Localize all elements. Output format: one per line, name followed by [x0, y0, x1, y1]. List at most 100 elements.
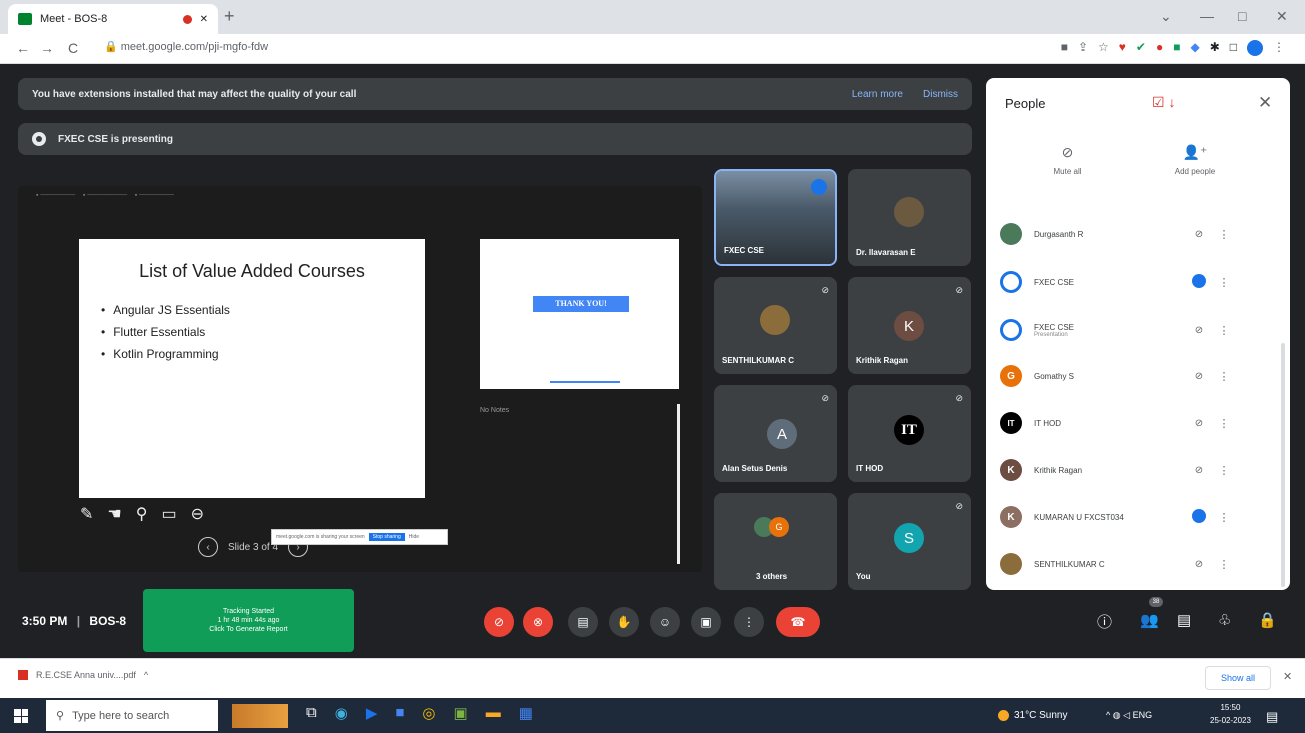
mic-off-icon[interactable]: ⊘	[1184, 559, 1214, 570]
participant-row[interactable]: G Gomathy S ⊘ ⋮	[1000, 356, 1260, 396]
participant-tile-others[interactable]: G 3 others	[714, 493, 837, 590]
participant-row[interactable]: Durgasanth R ⊘ ⋮	[1000, 214, 1260, 254]
zoom-icon[interactable]: ⚲	[136, 504, 148, 524]
pointer-icon[interactable]: ☚	[107, 504, 121, 524]
notifications-icon[interactable]: ▤	[1266, 709, 1278, 725]
reactions-button[interactable]: ☺	[650, 607, 680, 637]
more-options-icon[interactable]: ⋮	[1214, 417, 1234, 430]
browser-tab[interactable]: Meet - BOS-8 ✕	[8, 4, 218, 34]
participant-row[interactable]: FXEC CSE ⋮	[1000, 262, 1260, 302]
leave-call-button[interactable]: ☎	[776, 607, 820, 637]
app-yellow-icon[interactable]: ▬	[486, 704, 501, 728]
add-people-button[interactable]: 👤⁺ Add people	[1160, 144, 1230, 176]
extension-green-icon[interactable]: ■	[1173, 40, 1180, 56]
participant-tile-fxec-cse[interactable]: FXEC CSE	[714, 169, 837, 266]
news-widget-icon[interactable]	[232, 704, 288, 728]
stop-sharing-button[interactable]: Stop sharing	[368, 533, 405, 541]
download-item[interactable]: R.E.CSE Anna univ....pdf ^	[18, 670, 148, 680]
more-options-icon[interactable]: ⋮	[1214, 324, 1234, 337]
mic-off-icon[interactable]: ⊘	[1184, 229, 1214, 240]
system-tray[interactable]: ^ ◍ ◁ ENG	[1106, 710, 1152, 721]
task-view-icon[interactable]: ⧉	[306, 704, 317, 728]
tray-arrow-icon[interactable]: ^	[1106, 710, 1110, 720]
participant-row[interactable]: FXEC CSE Presentation ⊘ ⋮	[1000, 310, 1260, 350]
mic-off-icon[interactable]: ⊘	[1184, 325, 1214, 336]
captions-button[interactable]: ▤	[568, 607, 598, 637]
mic-off-icon[interactable]: ⊘	[1184, 371, 1214, 382]
tab-close-icon[interactable]: ✕	[200, 14, 208, 25]
profile-avatar[interactable]	[1247, 40, 1263, 56]
activities-icon[interactable]: ♧	[1218, 611, 1231, 629]
camera-icon[interactable]: ■	[1061, 40, 1068, 56]
window-close-button[interactable]: ✕	[1276, 8, 1288, 25]
star-icon[interactable]: ☆	[1098, 40, 1109, 56]
participant-tile-ilavarasan[interactable]: Dr. Ilavarasan E	[848, 169, 971, 266]
participant-tile-senthilkumar[interactable]: ⊘ SENTHILKUMAR C	[714, 277, 837, 374]
network-icon[interactable]: ◍	[1113, 710, 1121, 720]
tracking-extension-button[interactable]: Tracking Started 1 hr 48 min 44s ago Cli…	[143, 589, 354, 652]
mic-off-icon[interactable]: ⊘	[1184, 465, 1214, 476]
host-controls-icon[interactable]: 🔒	[1258, 611, 1277, 629]
windows-start-icon[interactable]	[14, 709, 28, 723]
edge-icon[interactable]: ◉	[335, 704, 348, 728]
maximize-button[interactable]: □	[1238, 8, 1246, 24]
share-icon[interactable]: ⇪	[1078, 40, 1088, 56]
people-scrollbar[interactable]	[1281, 343, 1285, 587]
sidebar-icon[interactable]: □	[1230, 40, 1237, 56]
speaking-indicator-icon[interactable]	[1184, 273, 1214, 291]
media-player-icon[interactable]: ▶	[366, 704, 378, 728]
extension-shield-icon[interactable]: ●	[1156, 40, 1163, 56]
more-options-icon[interactable]: ⋮	[1214, 464, 1234, 477]
hide-share-bar-button[interactable]: Hide	[409, 534, 419, 540]
more-options-icon[interactable]: ⋮	[1214, 558, 1234, 571]
more-options-button[interactable]: ⋮	[734, 607, 764, 637]
back-button[interactable]: ←	[16, 40, 30, 56]
volume-icon[interactable]: ◁	[1123, 710, 1130, 720]
minimize-button[interactable]: —	[1200, 8, 1214, 24]
mic-off-icon[interactable]: ⊘	[1184, 418, 1214, 429]
raise-hand-button[interactable]: ✋	[609, 607, 639, 637]
participant-row[interactable]: K KUMARAN U FXCST034 ⋮	[1000, 497, 1260, 537]
reload-button[interactable]: C	[68, 40, 78, 56]
show-all-button[interactable]: Show all	[1205, 666, 1271, 690]
store-icon[interactable]: ■	[395, 704, 404, 728]
tab-search-icon[interactable]: ⌄	[1160, 8, 1172, 25]
present-button[interactable]: ▣	[691, 607, 721, 637]
word-icon[interactable]: ▦	[519, 704, 533, 728]
participant-row[interactable]: SENTHILKUMAR C ⊘ ⋮	[1000, 544, 1260, 584]
dismiss-link[interactable]: Dismiss	[923, 89, 958, 100]
mute-all-button[interactable]: ⊘ Mute all	[1040, 144, 1095, 176]
learn-more-link[interactable]: Learn more	[852, 89, 903, 100]
participant-row[interactable]: K Krithik Ragan ⊘ ⋮	[1000, 450, 1260, 490]
camera-toggle-button[interactable]: ⊗	[523, 607, 553, 637]
taskbar-clock[interactable]: 15:50 25-02-2023	[1210, 701, 1251, 727]
weather-widget[interactable]: 31°C Sunny	[998, 710, 1067, 721]
people-icon[interactable]: 👥	[1140, 611, 1159, 629]
new-tab-button[interactable]: +	[224, 6, 235, 27]
chrome-icon[interactable]: ◎	[422, 704, 435, 728]
participant-tile-krithik[interactable]: ⊘ K Krithik Ragan	[848, 277, 971, 374]
screen-icon[interactable]: ▭	[161, 504, 176, 524]
browser-menu-icon[interactable]: ⋮	[1273, 40, 1285, 56]
more-options-icon[interactable]: ⋮	[1214, 511, 1234, 524]
chat-icon[interactable]: ▤	[1177, 611, 1191, 629]
participant-row[interactable]: IT IT HOD ⊘ ⋮	[1000, 403, 1260, 443]
forward-button[interactable]: →	[40, 40, 54, 56]
participant-tile-alan[interactable]: ⊘ A Alan Setus Denis	[714, 385, 837, 482]
participant-tile-it-hod[interactable]: ⊘ IT IT HOD	[848, 385, 971, 482]
more-options-icon[interactable]: ⋮	[1214, 228, 1234, 241]
more-options-icon[interactable]: ⋮	[1214, 276, 1234, 289]
prev-slide-button[interactable]: ‹	[198, 537, 218, 557]
pen-icon[interactable]: ✎	[80, 504, 93, 524]
puzzle-icon[interactable]: ✱	[1210, 40, 1220, 56]
language-indicator[interactable]: ENG	[1133, 710, 1153, 720]
speaking-indicator-icon[interactable]	[1184, 508, 1214, 526]
taskbar-search-input[interactable]: ⚲ Type here to search	[46, 700, 218, 731]
close-people-icon[interactable]: ✕	[1258, 93, 1272, 113]
app-green-icon[interactable]: ▣	[454, 704, 468, 728]
more-options-icon[interactable]: ⊖	[191, 504, 204, 524]
meeting-details-icon[interactable]: ⓘ	[1097, 611, 1112, 632]
microphone-toggle-button[interactable]: ⊘	[484, 607, 514, 637]
participant-tile-you[interactable]: ⊘ S You	[848, 493, 971, 590]
url-field[interactable]: 🔒 meet.google.com/pji-mgfo-fdw	[104, 40, 268, 53]
